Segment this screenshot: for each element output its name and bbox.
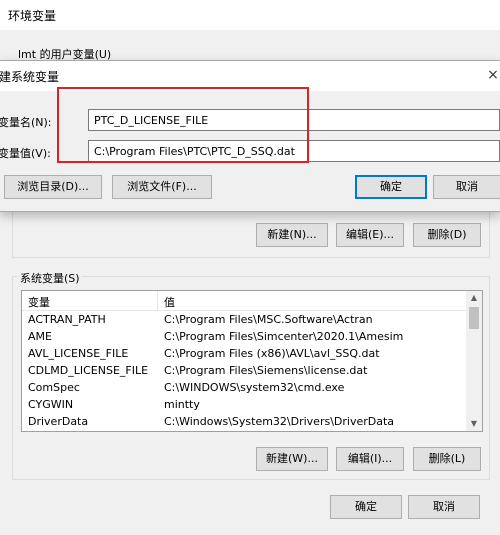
title-bar[interactable]: 环境变量 bbox=[0, 0, 500, 30]
row-variable-value: C:\Program Files\Simcenter\2020.1\Amesim bbox=[164, 330, 404, 343]
row-variable-name: ComSpec bbox=[28, 381, 80, 394]
scroll-up-icon[interactable]: ▲ bbox=[466, 291, 482, 305]
close-icon[interactable]: × bbox=[485, 63, 500, 87]
system-variables-label: 系统变量(S) bbox=[18, 270, 82, 286]
env-ok-button[interactable]: 确定 bbox=[330, 495, 402, 519]
column-divider[interactable] bbox=[157, 291, 158, 311]
row-variable-value: C:\Windows\System32\Drivers\DriverData bbox=[164, 415, 395, 428]
scroll-down-icon[interactable]: ▼ bbox=[466, 417, 482, 431]
dialog-cancel-button[interactable]: 取消 bbox=[433, 175, 500, 199]
variable-name-field[interactable]: PTC_D_LICENSE_FILE bbox=[88, 109, 500, 131]
row-variable-name: AVL_LICENSE_FILE bbox=[28, 347, 129, 360]
table-row[interactable]: DriverData C:\Windows\System32\Drivers\D… bbox=[22, 414, 467, 431]
variable-value-label: 变量值(V): bbox=[0, 147, 51, 160]
table-row[interactable]: AME C:\Program Files\Simcenter\2020.1\Am… bbox=[22, 329, 467, 346]
new-system-variable-dialog: 建系统变量 × 变量名(N): PTC_D_LICENSE_FILE 变量值(V… bbox=[0, 60, 500, 212]
system-edit-button[interactable]: 编辑(I)... bbox=[336, 447, 404, 471]
row-variable-value: C:\Program Files\MSC.Software\Actran bbox=[164, 313, 373, 326]
table-row[interactable]: ACTRAN_PATH C:\Program Files\MSC.Softwar… bbox=[22, 312, 467, 329]
row-variable-value: mintty bbox=[164, 398, 200, 411]
row-variable-name: CDLMD_LICENSE_FILE bbox=[28, 364, 149, 377]
table-row[interactable]: AVL_LICENSE_FILE C:\Program Files (x86)\… bbox=[22, 346, 467, 363]
table-row[interactable]: ComSpec C:\WINDOWS\system32\cmd.exe bbox=[22, 380, 467, 397]
variable-name-label: 变量名(N): bbox=[0, 116, 52, 129]
list-header: 变量 值 bbox=[22, 291, 467, 311]
row-variable-name: DriverData bbox=[28, 415, 89, 428]
vertical-scrollbar[interactable]: ▲ ▼ bbox=[466, 291, 482, 431]
user-delete-button[interactable]: 删除(D) bbox=[413, 223, 481, 247]
system-delete-button[interactable]: 删除(L) bbox=[413, 447, 481, 471]
user-edit-button[interactable]: 编辑(E)... bbox=[336, 223, 404, 247]
dialog-ok-button[interactable]: 确定 bbox=[355, 175, 427, 199]
row-variable-value: C:\Program Files\Siemens\license.dat bbox=[164, 364, 368, 377]
env-cancel-button[interactable]: 取消 bbox=[408, 495, 480, 519]
system-new-button[interactable]: 新建(W)... bbox=[256, 447, 328, 471]
row-variable-value: C:\Program Files (x86)\AVL\avl_SSQ.dat bbox=[164, 347, 380, 360]
row-variable-name: AME bbox=[28, 330, 52, 343]
system-variables-list[interactable]: 变量 值 ACTRAN_PATH C:\Program Files\MSC.So… bbox=[21, 290, 483, 432]
dialog-title: 建系统变量 bbox=[0, 70, 60, 84]
table-row[interactable]: CYGWIN mintty bbox=[22, 397, 467, 414]
table-row[interactable]: CDLMD_LICENSE_FILE C:\Program Files\Siem… bbox=[22, 363, 467, 380]
column-header-value[interactable]: 值 bbox=[164, 294, 175, 310]
variable-value-field[interactable]: C:\Program Files\PTC\PTC_D_SSQ.dat bbox=[88, 140, 500, 162]
scroll-thumb[interactable] bbox=[469, 307, 479, 329]
row-variable-name: CYGWIN bbox=[28, 398, 74, 411]
row-variable-name: ACTRAN_PATH bbox=[28, 313, 106, 326]
browse-directory-button[interactable]: 浏览目录(D)... bbox=[4, 175, 102, 199]
user-new-button[interactable]: 新建(N)... bbox=[256, 223, 328, 247]
row-variable-value: C:\WINDOWS\system32\cmd.exe bbox=[164, 381, 345, 394]
dialog-title-bar[interactable]: 建系统变量 × bbox=[0, 61, 500, 91]
window-title: 环境变量 bbox=[8, 9, 57, 23]
column-header-variable[interactable]: 变量 bbox=[28, 294, 50, 310]
browse-file-button[interactable]: 浏览文件(F)... bbox=[112, 175, 212, 199]
